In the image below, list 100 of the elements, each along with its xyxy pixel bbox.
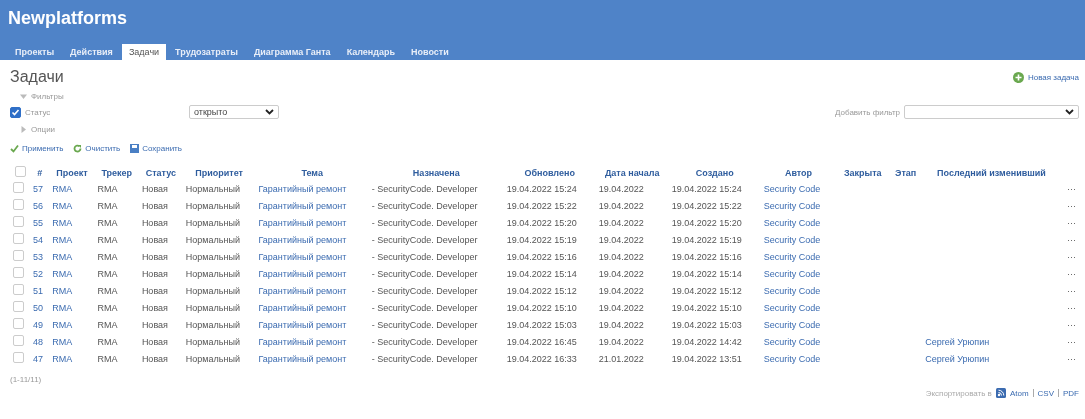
table-link[interactable]: Гарантийный ремонт: [258, 251, 347, 262]
status-select[interactable]: открыто: [189, 105, 279, 119]
table-link[interactable]: 49: [33, 319, 43, 330]
table-link[interactable]: 50: [33, 302, 43, 313]
column-header[interactable]: Обновлено: [503, 165, 596, 180]
row-checkbox[interactable]: [13, 352, 24, 363]
table-link[interactable]: RMA: [52, 234, 73, 245]
column-header[interactable]: Трекер: [94, 165, 139, 180]
row-menu-button[interactable]: ···: [1067, 268, 1076, 279]
column-header[interactable]: Последний изменивший: [922, 165, 1061, 180]
table-link[interactable]: RMA: [52, 302, 73, 313]
table-link[interactable]: RMA: [52, 183, 73, 194]
table-link[interactable]: Сергей Урюпин: [925, 353, 990, 364]
column-header[interactable]: Тема: [255, 165, 369, 180]
table-link[interactable]: Гарантийный ремонт: [258, 336, 347, 347]
select-all-checkbox[interactable]: [14, 166, 26, 177]
nav-tab[interactable]: Новости: [404, 44, 456, 60]
table-link[interactable]: RMA: [52, 336, 73, 347]
table-link[interactable]: 52: [33, 268, 43, 279]
column-header[interactable]: Закрыта: [836, 165, 890, 180]
table-link[interactable]: Гарантийный ремонт: [258, 285, 347, 296]
table-link[interactable]: 47: [33, 353, 43, 364]
row-menu-button[interactable]: ···: [1067, 319, 1076, 330]
row-checkbox[interactable]: [13, 233, 24, 244]
table-link[interactable]: Гарантийный ремонт: [258, 217, 347, 228]
table-link[interactable]: Сергей Урюпин: [925, 336, 990, 347]
row-checkbox[interactable]: [13, 199, 24, 210]
row-checkbox[interactable]: [13, 182, 24, 193]
table-link[interactable]: Security Code: [763, 183, 821, 194]
nav-tab[interactable]: Диаграмма Ганта: [246, 44, 338, 60]
table-link[interactable]: 55: [33, 217, 43, 228]
table-link[interactable]: Security Code: [763, 251, 821, 262]
table-link[interactable]: 53: [33, 251, 43, 262]
row-checkbox[interactable]: [13, 250, 24, 261]
row-menu-button[interactable]: ···: [1067, 353, 1076, 364]
table-link[interactable]: Гарантийный ремонт: [258, 268, 347, 279]
table-link[interactable]: 56: [33, 200, 43, 211]
table-link[interactable]: Security Code: [763, 353, 821, 364]
export-link[interactable]: Atom: [1009, 388, 1029, 398]
nav-tab[interactable]: Календарь: [339, 44, 403, 60]
table-link[interactable]: 51: [33, 285, 43, 296]
status-checkbox[interactable]: [10, 106, 21, 118]
table-link[interactable]: Security Code: [763, 336, 821, 347]
column-header[interactable]: #: [30, 165, 50, 180]
table-link[interactable]: Security Code: [763, 217, 821, 228]
row-checkbox[interactable]: [13, 335, 24, 346]
row-menu-button[interactable]: ···: [1067, 251, 1076, 262]
table-link[interactable]: RMA: [52, 251, 73, 262]
options-toggle[interactable]: Опции: [31, 125, 56, 134]
table-link[interactable]: 57: [33, 183, 43, 194]
row-menu-button[interactable]: ···: [1067, 336, 1076, 347]
nav-tab[interactable]: Трудозатраты: [168, 44, 245, 60]
row-checkbox[interactable]: [13, 267, 24, 278]
table-link[interactable]: 48: [33, 336, 43, 347]
table-link[interactable]: RMA: [52, 217, 73, 228]
row-menu-button[interactable]: ···: [1067, 285, 1076, 296]
column-header[interactable]: Статус: [138, 165, 183, 180]
table-link[interactable]: RMA: [52, 319, 73, 330]
nav-tab[interactable]: Действия: [63, 44, 120, 60]
row-checkbox[interactable]: [13, 301, 24, 312]
table-link[interactable]: Security Code: [763, 268, 821, 279]
export-link[interactable]: CSV: [1037, 388, 1054, 398]
row-menu-button[interactable]: ···: [1067, 217, 1076, 228]
column-header[interactable]: Приоритет: [182, 165, 256, 180]
table-link[interactable]: Гарантийный ремонт: [258, 319, 347, 330]
table-link[interactable]: Гарантийный ремонт: [258, 234, 347, 245]
table-link[interactable]: RMA: [52, 285, 73, 296]
table-link[interactable]: Гарантийный ремонт: [258, 302, 347, 313]
table-link[interactable]: RMA: [52, 353, 73, 364]
table-link[interactable]: RMA: [52, 268, 73, 279]
table-link[interactable]: RMA: [52, 200, 73, 211]
table-link[interactable]: Гарантийный ремонт: [258, 200, 347, 211]
table-link[interactable]: Security Code: [763, 234, 821, 245]
export-link[interactable]: PDF: [1063, 388, 1079, 398]
row-menu-button[interactable]: ···: [1067, 302, 1076, 313]
row-menu-button[interactable]: ···: [1067, 234, 1076, 245]
row-checkbox[interactable]: [13, 318, 24, 329]
column-header[interactable]: Дата начала: [595, 165, 669, 180]
column-header[interactable]: Автор: [760, 165, 837, 180]
query-action-link[interactable]: Очистить: [73, 144, 121, 153]
row-menu-button[interactable]: ···: [1067, 183, 1076, 194]
row-menu-button[interactable]: ···: [1067, 200, 1076, 211]
table-link[interactable]: Security Code: [763, 302, 821, 313]
nav-tab[interactable]: Задачи: [121, 44, 167, 60]
table-link[interactable]: Гарантийный ремонт: [258, 353, 347, 364]
row-checkbox[interactable]: [13, 284, 24, 295]
add-filter-select[interactable]: [904, 105, 1079, 119]
column-header[interactable]: Проект: [49, 165, 95, 180]
query-action-link[interactable]: Применить: [10, 144, 64, 153]
column-header[interactable]: Назначена: [368, 165, 504, 180]
table-link[interactable]: Security Code: [763, 319, 821, 330]
column-header[interactable]: Этап: [889, 165, 923, 180]
query-action-link[interactable]: Сохранить: [130, 144, 182, 153]
new-issue-link[interactable]: Новая задача: [1012, 71, 1079, 83]
table-link[interactable]: Гарантийный ремонт: [258, 183, 347, 194]
filters-toggle[interactable]: Фильтры: [31, 92, 64, 101]
column-header[interactable]: Создано: [668, 165, 761, 180]
table-link[interactable]: Security Code: [763, 285, 821, 296]
table-link[interactable]: 54: [33, 234, 43, 245]
table-link[interactable]: Security Code: [763, 200, 821, 211]
